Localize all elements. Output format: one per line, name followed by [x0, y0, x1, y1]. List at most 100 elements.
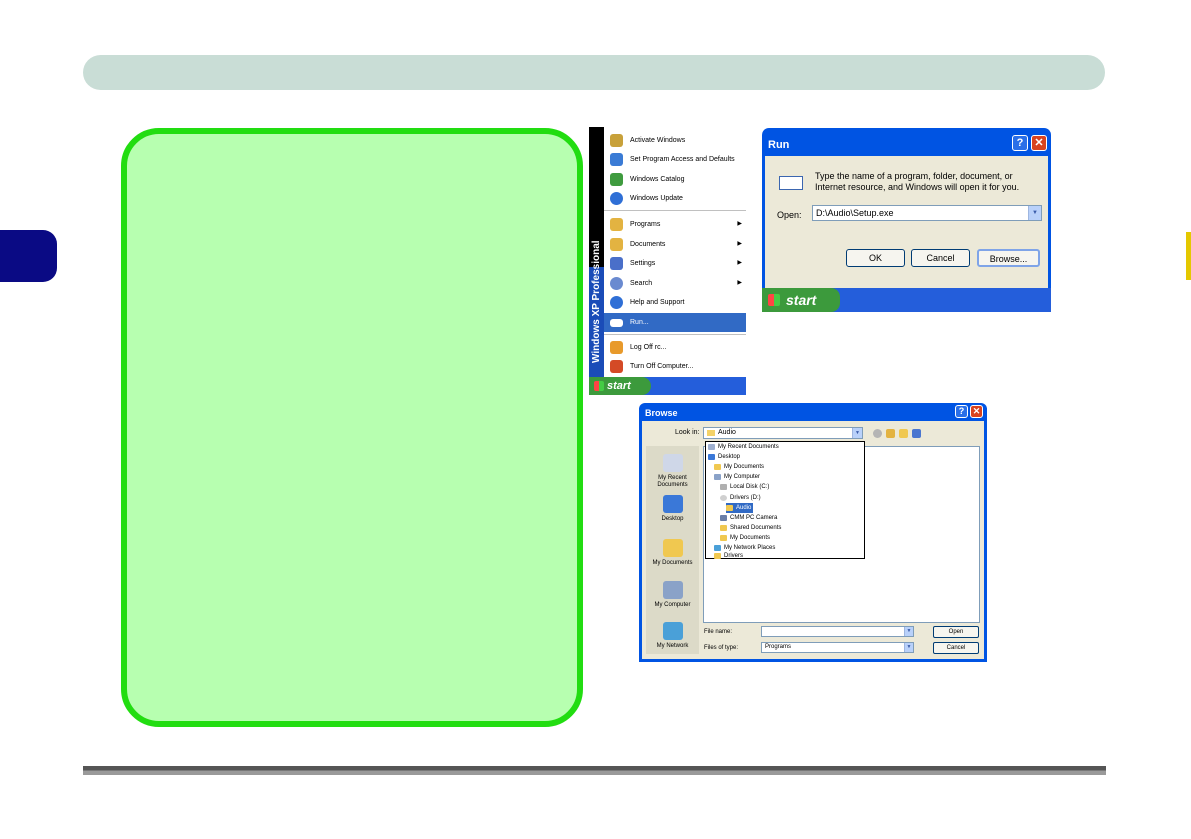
look-in-dropdown-list: My Recent Documents Desktop My Documents…: [705, 441, 865, 559]
start-button[interactable]: start: [762, 288, 840, 312]
file-name-input[interactable]: ▼: [761, 626, 914, 637]
programs-icon: [610, 218, 623, 231]
dropdown-item-my-documents[interactable]: My Documents: [714, 462, 764, 472]
close-button[interactable]: ✕: [970, 405, 983, 418]
my-documents-icon: [662, 539, 683, 557]
dropdown-item-my-documents-2[interactable]: My Documents: [720, 533, 770, 543]
menu-item-documents[interactable]: Documents ▶: [604, 235, 746, 254]
browse-button[interactable]: Browse...: [977, 249, 1040, 267]
recent-documents-icon: [662, 454, 683, 472]
menu-item-windows-update[interactable]: Windows Update: [604, 189, 746, 208]
run-description: Type the name of a program, folder, docu…: [815, 171, 1020, 192]
dropdown-item-desktop[interactable]: Desktop: [708, 452, 740, 462]
documents-icon: [610, 238, 623, 251]
place-my-documents[interactable]: My Documents: [646, 539, 699, 567]
my-computer-icon: [662, 581, 683, 599]
desktop-icon: [662, 495, 683, 513]
recent-documents-icon: [708, 444, 715, 450]
folder-icon: [726, 505, 733, 511]
chevron-down-icon[interactable]: ▼: [852, 428, 862, 438]
disk-icon: [720, 484, 727, 490]
menu-item-programs[interactable]: Programs ▶: [604, 215, 746, 234]
look-in-value: Audio: [718, 429, 736, 436]
brand-label: Windows XP Professional: [591, 240, 602, 363]
folder-icon: [714, 464, 721, 470]
file-name-label: File name:: [704, 629, 733, 635]
place-my-network[interactable]: My Network: [646, 622, 699, 650]
folder-icon: [720, 525, 727, 531]
network-icon: [662, 622, 683, 640]
menu-item-search[interactable]: Search ▶: [604, 274, 746, 293]
taskbar: start: [762, 288, 1051, 312]
note-box: [121, 128, 583, 727]
menu-item-log-off[interactable]: Log Off rc...: [604, 338, 746, 357]
menu-item-windows-catalog[interactable]: Windows Catalog: [604, 170, 746, 189]
page-header-bar: [83, 55, 1105, 90]
submenu-arrow-icon: ▶: [737, 280, 742, 286]
catalog-icon: [610, 173, 623, 186]
cancel-button[interactable]: Cancel: [933, 642, 979, 654]
menu-separator: [604, 334, 746, 335]
open-label: Open:: [777, 210, 802, 220]
files-of-type-label: Files of type:: [704, 645, 739, 651]
dropdown-item-drivers-d[interactable]: Drivers (D:): [720, 493, 761, 503]
edge-marker: [1186, 232, 1191, 280]
folder-icon: [707, 430, 715, 436]
menu-item-help-support[interactable]: Help and Support: [604, 293, 746, 312]
dropdown-item-camera[interactable]: CMM PC Camera: [720, 513, 777, 523]
place-desktop[interactable]: Desktop: [646, 495, 699, 523]
settings-icon: [610, 257, 623, 270]
place-my-computer[interactable]: My Computer: [646, 581, 699, 609]
view-menu-icon[interactable]: [912, 429, 921, 438]
help-button[interactable]: ?: [1012, 135, 1028, 151]
help-icon: [610, 296, 623, 309]
menu-item-turn-off[interactable]: Turn Off Computer...: [604, 357, 746, 376]
folder-icon: [714, 553, 721, 559]
my-computer-icon: [714, 474, 721, 480]
start-menu-screenshot: Windows XP Professional Activate Windows…: [589, 127, 746, 395]
place-recent-documents[interactable]: My Recent Documents: [646, 454, 699, 489]
dropdown-item-shared-documents[interactable]: Shared Documents: [720, 523, 781, 533]
run-dialog: Run ? ✕ Type the name of a program, fold…: [762, 128, 1051, 312]
open-button[interactable]: Open: [933, 626, 979, 638]
dropdown-item-recent-documents[interactable]: My Recent Documents: [708, 442, 779, 452]
places-bar: My Recent Documents Desktop My Documents…: [646, 446, 699, 654]
dropdown-item-local-disk[interactable]: Local Disk (C:): [720, 482, 769, 492]
chevron-down-icon[interactable]: ▼: [1028, 206, 1041, 220]
program-access-icon: [610, 153, 623, 166]
look-in-label: Look in:: [675, 429, 700, 436]
network-icon: [714, 545, 721, 551]
submenu-arrow-icon: ▶: [737, 241, 742, 247]
windows-flag-icon: [768, 294, 780, 306]
run-icon: [610, 319, 623, 327]
open-combo-value: D:\Audio\Setup.exe: [816, 208, 894, 218]
menu-item-run[interactable]: Run...: [604, 313, 746, 332]
look-in-combo[interactable]: Audio ▼: [703, 427, 863, 439]
cancel-button[interactable]: Cancel: [911, 249, 970, 267]
close-button[interactable]: ✕: [1031, 135, 1047, 151]
menu-item-activate-windows[interactable]: Activate Windows: [604, 131, 746, 150]
new-folder-icon[interactable]: [899, 429, 908, 438]
windows-flag-icon: [594, 381, 604, 391]
camera-icon: [720, 515, 727, 521]
ok-button[interactable]: OK: [846, 249, 905, 267]
chevron-down-icon[interactable]: ▼: [904, 627, 913, 636]
back-icon[interactable]: [873, 429, 882, 438]
start-button[interactable]: start: [589, 377, 651, 395]
power-icon: [610, 360, 623, 373]
logoff-icon: [610, 341, 623, 354]
dropdown-item-audio[interactable]: Audio: [726, 503, 754, 513]
open-combo[interactable]: D:\Audio\Setup.exe ▼: [812, 205, 1042, 221]
dropdown-item-drivers[interactable]: Drivers: [714, 552, 743, 560]
menu-item-settings[interactable]: Settings ▶: [604, 254, 746, 273]
submenu-arrow-icon: ▶: [737, 260, 742, 266]
files-of-type-select[interactable]: Programs ▼: [761, 642, 914, 653]
up-folder-icon[interactable]: [886, 429, 895, 438]
menu-item-program-access[interactable]: Set Program Access and Defaults: [604, 150, 746, 169]
update-icon: [610, 192, 623, 205]
dropdown-item-my-computer[interactable]: My Computer: [714, 472, 760, 482]
cd-drive-icon: [720, 495, 727, 501]
help-button[interactable]: ?: [955, 405, 968, 418]
run-icon: [779, 176, 803, 190]
chevron-down-icon[interactable]: ▼: [904, 643, 913, 652]
